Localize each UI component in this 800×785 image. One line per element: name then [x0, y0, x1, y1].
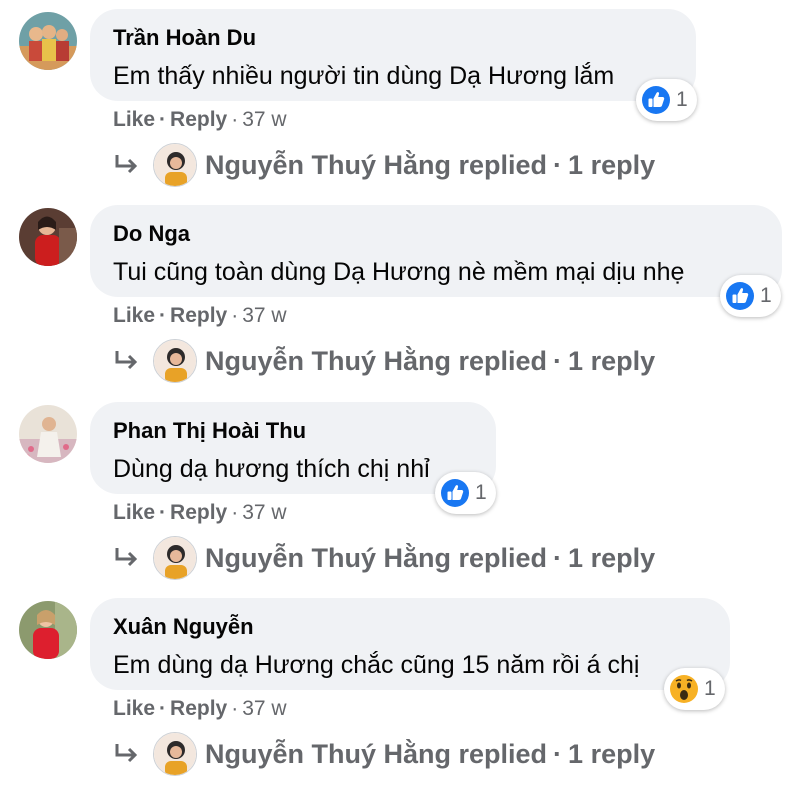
reaction-count: 1 [676, 88, 688, 111]
avatar[interactable] [19, 601, 77, 659]
separator-dot: · [159, 304, 167, 327]
comment-bubble: Do Nga Tui cũng toàn dùng Dạ Hương nè mề… [90, 205, 782, 297]
comment-text: Dùng dạ hương thích chị nhỉ [113, 455, 430, 483]
comment-bubble: Phan Thị Hoài Thu Dùng dạ hương thích ch… [90, 402, 496, 494]
comment-actions: Like · Reply · 37 w [113, 695, 287, 723]
comment: Trần Hoàn Du Em thấy nhiều người tin dùn… [0, 0, 800, 196]
reply-arrow-icon [115, 744, 138, 763]
avatar[interactable] [19, 405, 77, 463]
reply-count: 1 reply [568, 738, 656, 769]
avatar[interactable] [19, 12, 77, 70]
comment-actions: Like · Reply · 37 w [113, 499, 287, 527]
comment: Phan Thị Hoài Thu Dùng dạ hương thích ch… [0, 393, 800, 589]
separator-dot: · [159, 108, 167, 131]
view-replies-link[interactable]: Nguyễn Thuý Hằng replied · 1 reply [113, 729, 655, 779]
reply-link[interactable]: Reply [170, 304, 227, 328]
separator-dot: · [231, 108, 239, 131]
reply-author-text: Nguyễn Thuý Hằng replied [205, 149, 548, 180]
separator-dot: · [159, 501, 167, 524]
reaction-badge[interactable]: 1 [664, 668, 725, 710]
separator-dot: · [231, 697, 239, 720]
comment-actions: Like · Reply · 37 w [113, 302, 287, 330]
separator-dot: · [553, 149, 563, 180]
comment-timestamp[interactable]: 37 w [242, 108, 286, 132]
like-icon [726, 282, 754, 310]
comment-text: Em thấy nhiều người tin dùng Dạ Hương lắ… [113, 62, 615, 90]
comment-timestamp[interactable]: 37 w [242, 501, 286, 525]
reply-count: 1 reply [568, 149, 656, 180]
reply-avatar [153, 732, 197, 776]
comment-text: Em dùng dạ Hương chắc cũng 15 năm rồi á … [113, 651, 640, 679]
reply-arrow-icon [115, 155, 138, 174]
separator-dot: · [231, 501, 239, 524]
reply-author-text: Nguyễn Thuý Hằng replied [205, 738, 548, 769]
reaction-count: 1 [475, 481, 487, 504]
view-replies-link[interactable]: Nguyễn Thuý Hằng replied · 1 reply [113, 336, 655, 386]
reply-link[interactable]: Reply [170, 501, 227, 525]
comment-bubble: Xuân Nguyễn Em dùng dạ Hương chắc cũng 1… [90, 598, 730, 690]
comment-author[interactable]: Xuân Nguyễn [113, 613, 708, 641]
like-icon [642, 86, 670, 114]
avatar[interactable] [19, 208, 77, 266]
like-link[interactable]: Like [113, 108, 155, 132]
reaction-count: 1 [760, 284, 772, 307]
reply-author-text: Nguyễn Thuý Hằng replied [205, 542, 548, 573]
reply-avatar [153, 536, 197, 580]
separator-dot: · [159, 697, 167, 720]
separator-dot: · [553, 738, 563, 769]
comment-text: Tui cũng toàn dùng Dạ Hương nè mềm mại d… [113, 258, 685, 286]
reaction-badge[interactable]: 1 [720, 275, 781, 317]
comment-author[interactable]: Do Nga [113, 220, 760, 248]
reply-link[interactable]: Reply [170, 108, 227, 132]
reply-author-text: Nguyễn Thuý Hằng replied [205, 345, 548, 376]
comment-actions: Like · Reply · 37 w [113, 106, 287, 134]
comment-timestamp[interactable]: 37 w [242, 697, 286, 721]
wow-icon [670, 675, 698, 703]
comment: Xuân Nguyễn Em dùng dạ Hương chắc cũng 1… [0, 589, 800, 785]
separator-dot: · [231, 304, 239, 327]
view-replies-link[interactable]: Nguyễn Thuý Hằng replied · 1 reply [113, 533, 655, 583]
reply-arrow-icon [115, 548, 138, 567]
reaction-badge[interactable]: 1 [636, 79, 697, 121]
reply-avatar [153, 143, 197, 187]
separator-dot: · [553, 542, 563, 573]
reply-arrow-icon [115, 351, 138, 370]
view-replies-link[interactable]: Nguyễn Thuý Hằng replied · 1 reply [113, 140, 655, 190]
reaction-count: 1 [704, 677, 716, 700]
comment: Do Nga Tui cũng toàn dùng Dạ Hương nè mề… [0, 196, 800, 392]
comment-author[interactable]: Trần Hoàn Du [113, 24, 674, 52]
comment-author[interactable]: Phan Thị Hoài Thu [113, 417, 474, 445]
like-link[interactable]: Like [113, 501, 155, 525]
comment-bubble: Trần Hoàn Du Em thấy nhiều người tin dùn… [90, 9, 696, 101]
reply-link[interactable]: Reply [170, 697, 227, 721]
like-link[interactable]: Like [113, 304, 155, 328]
reply-count: 1 reply [568, 345, 656, 376]
reply-avatar [153, 339, 197, 383]
like-link[interactable]: Like [113, 697, 155, 721]
comment-timestamp[interactable]: 37 w [242, 304, 286, 328]
reaction-badge[interactable]: 1 [435, 472, 496, 514]
reply-count: 1 reply [568, 542, 656, 573]
separator-dot: · [553, 345, 563, 376]
like-icon [441, 479, 469, 507]
